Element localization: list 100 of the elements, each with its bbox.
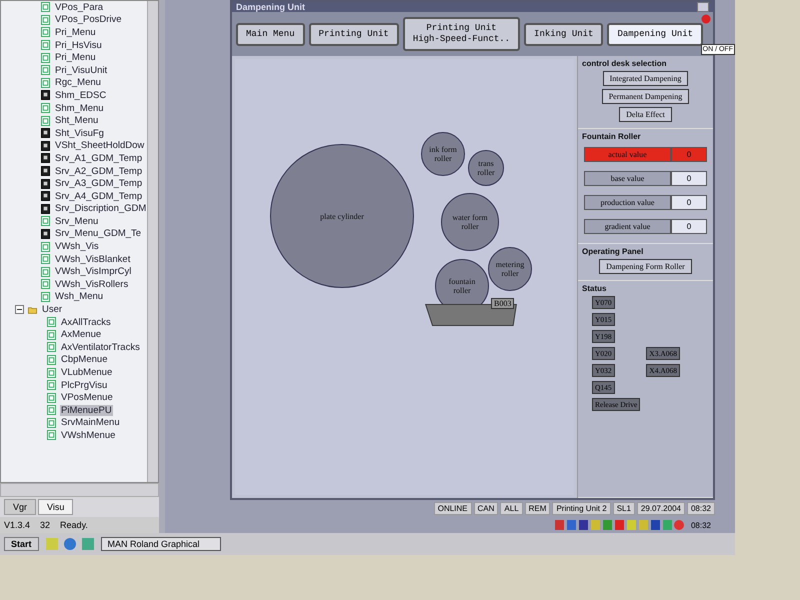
tree-item[interactable]: VPosMenue [60,392,114,404]
quick-launch-icons-drawing[interactable] [44,537,95,551]
sensor-label: B003 [491,298,514,309]
document-icon [41,103,50,114]
panel-tab[interactable]: Vgr [4,499,36,515]
roller: plate cylinder [270,144,414,288]
value-label: gradient value [584,219,671,234]
tree-item[interactable]: Srv_Menu_GDM_Te [54,228,142,240]
tree-item[interactable]: VWshMenue [60,430,116,441]
taskbar-button[interactable]: MAN Roland Graphical [100,537,221,551]
unit-tab[interactable]: Inking Unit [524,22,604,46]
tree-item[interactable]: Srv_A2_GDM_Temp [54,166,144,177]
module-icon [41,204,50,214]
value-label: production value [584,195,671,210]
tree-item[interactable]: VPos_Para [54,2,104,13]
document-icon [41,27,50,38]
operating-button[interactable]: Dampening Form Roller [599,259,692,274]
unit-tab[interactable]: Printing Unit [308,22,399,46]
vertical-scrollbar[interactable] [147,1,158,482]
expand-toggle[interactable] [15,305,24,314]
start-button[interactable]: Start [4,537,39,551]
document-icon [41,65,50,76]
document-icon [41,52,50,63]
document-icon [47,317,56,328]
tree-item[interactable]: VSht_SheetHoldDow [54,140,146,152]
tree-item[interactable]: Pri_Menu [54,52,97,64]
module-icon [41,191,50,202]
document-icon [47,354,56,365]
tree-item[interactable]: Sht_VisuFg [54,128,105,139]
tree-item[interactable]: PiMenuePU [60,404,113,416]
tree-item[interactable]: VWsh_VisBlanket [54,254,132,265]
panel-tab[interactable]: Visu [38,499,74,515]
tree-item[interactable]: Srv_A4_GDM_Temp [54,190,144,202]
document-icon [47,342,56,352]
tree-item[interactable]: Pri_HsVisu [54,40,103,51]
tree-item[interactable]: Rgc_Menu [54,77,102,88]
tree-item[interactable]: User [41,304,64,316]
document-icon [41,279,50,290]
document-icon [47,368,56,378]
tree-item[interactable]: VPos_PosDrive [54,14,123,26]
tree-item[interactable]: AxMenue [60,329,102,340]
module-icon [41,128,50,138]
document-icon [47,392,56,403]
clock: 08:32 [690,520,711,530]
roller: metering roller [488,247,532,291]
status-text: 32 [40,520,50,530]
value-label: actual value [584,147,671,162]
close-button[interactable] [697,2,709,12]
document-icon [41,40,50,50]
status-text: Ready. [60,520,88,530]
module-icon [41,178,50,189]
selection-button[interactable]: Delta Effect [619,107,672,122]
tree-item[interactable]: Srv_A1_GDM_Temp [54,152,144,164]
tree-item[interactable]: SrvMainMenu [60,417,121,428]
document-icon [47,405,56,416]
tree-item[interactable]: VWsh_VisRollers [54,278,130,290]
module-icon [41,153,50,164]
status-cell: ONLINE [434,502,472,515]
tree-item[interactable]: AxVentilatorTracks [60,342,141,353]
tree-item[interactable]: Srv_Menu [54,216,100,227]
section-title: control desk selection [582,59,668,68]
document-icon [47,418,56,428]
document-icon [47,380,56,390]
unit-tab[interactable]: Main Menu [236,22,305,46]
tree-item[interactable]: Wsh_Menu [54,291,104,302]
selection-button[interactable]: Permanent Dampening [602,89,690,104]
unit-tab[interactable]: Printing Unit High-Speed-Funct.. [402,17,520,51]
tree-item[interactable]: Srv_A3_GDM_Temp [54,178,144,190]
value-field: 0 [671,147,707,162]
status-cell: 29.07.2004 [636,502,685,515]
document-icon [41,266,50,277]
tree-item[interactable]: Pri_Menu [54,26,97,38]
tree-item[interactable]: Pri_VisuUnit [54,64,108,76]
section-title: Status [582,284,608,293]
status-text: V1.3.4 [4,520,30,530]
tree-item[interactable]: Srv_Discription_GDM [54,203,148,214]
tree-item[interactable]: AxAllTracks [60,316,112,328]
tree-item[interactable]: PlcPrgVisu [60,380,108,391]
tree-item[interactable]: VWsh_VisImprCyl [54,266,132,278]
status-cell: SL1 [612,502,635,515]
document-icon [41,116,50,126]
unit-tab[interactable]: Dampening Unit [607,22,704,46]
section-title: Operating Panel [582,247,644,256]
tree-item[interactable]: CbpMenue [60,354,108,366]
tree-item[interactable]: Shm_EDSC [54,90,108,101]
tree-item[interactable]: VLubMenue [60,367,114,378]
alarm-icon[interactable] [701,14,711,24]
status-cell: 08:32 [686,502,715,515]
tree-item[interactable]: Shm_Menu [54,102,105,114]
tree-item[interactable]: Sht_Menu [54,115,100,126]
roller: ink form roller [421,132,465,176]
value-field: 0 [671,219,707,234]
module-icon [41,90,50,100]
value-label: base value [584,171,671,186]
document-icon [47,330,56,340]
status-cell: CAN [474,502,498,515]
tree-item[interactable]: VWsh_Vis [54,241,100,252]
horizontal-scrollbar[interactable] [0,483,159,497]
selection-button[interactable]: Integrated Dampening [602,71,688,86]
document-icon [47,430,56,440]
